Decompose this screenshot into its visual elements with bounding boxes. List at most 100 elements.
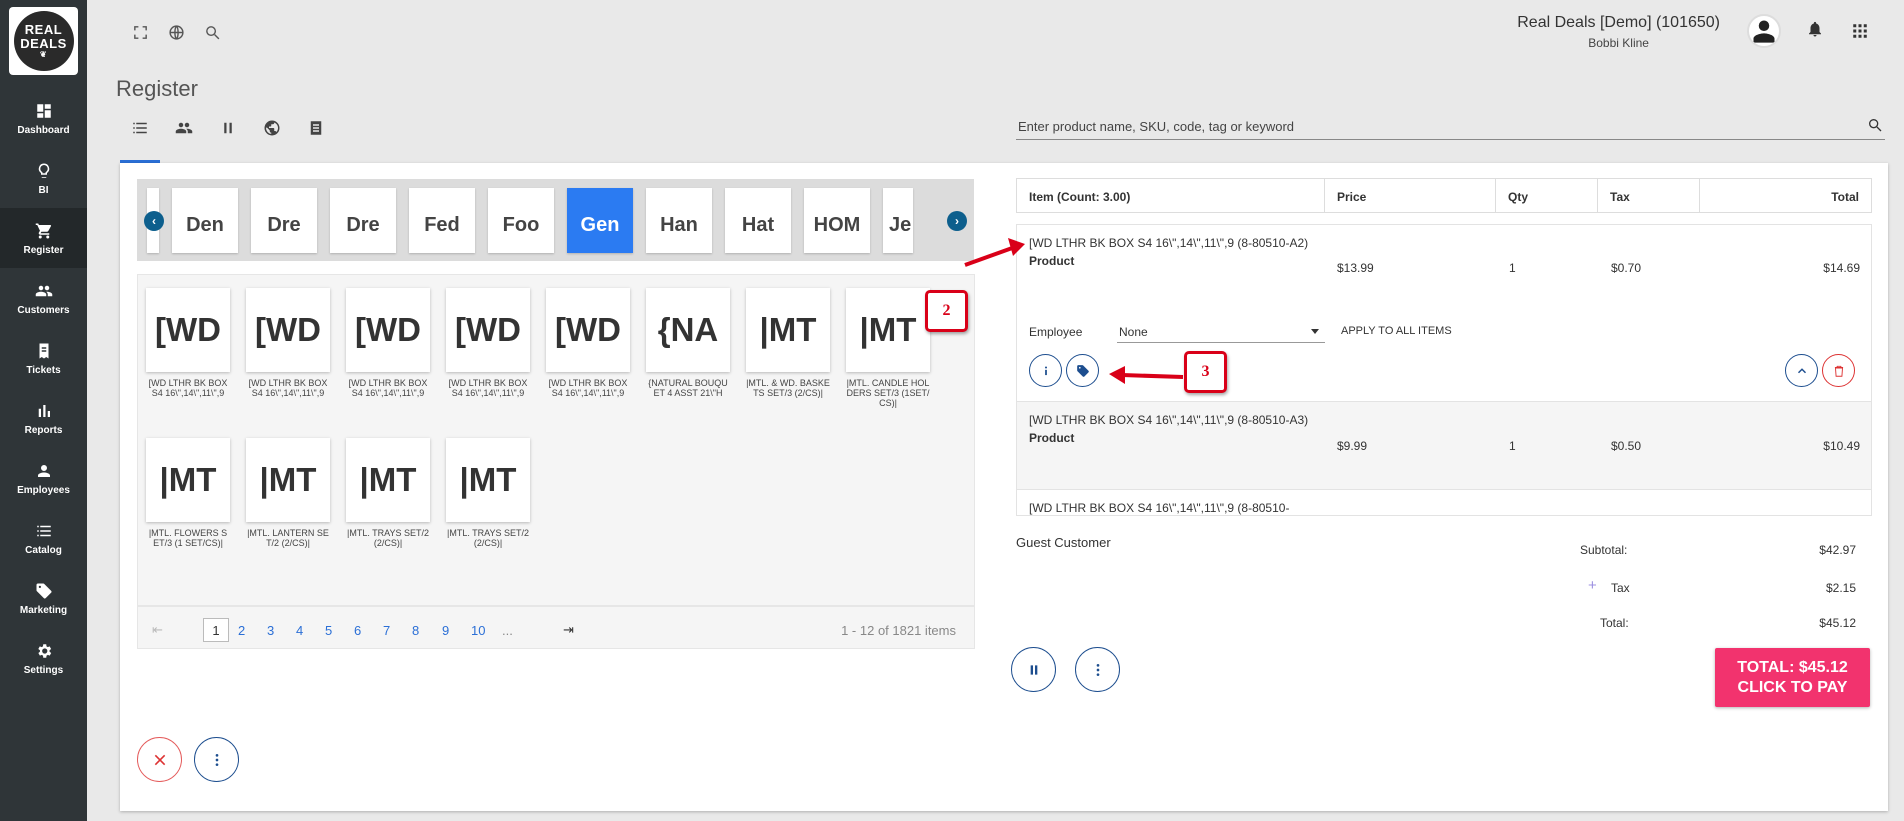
sidebar-item-dashboard[interactable]: Dashboard (0, 88, 87, 148)
pay-button[interactable]: TOTAL: $45.12 CLICK TO PAY (1715, 648, 1870, 707)
column-tax: Tax (1598, 179, 1700, 212)
category-tile[interactable]: Han (646, 188, 712, 253)
page-button[interactable]: 6 (354, 618, 361, 642)
cancel-sale-button[interactable] (137, 737, 182, 782)
product-name: |MTL. & WD. BASKETS SET/3 (2/CS)| (746, 378, 830, 398)
employee-select[interactable]: None (1117, 321, 1325, 343)
customer-name[interactable]: Guest Customer (1016, 535, 1111, 550)
category-tile[interactable]: Hat (725, 188, 791, 253)
tag-icon (34, 581, 54, 601)
category-tile[interactable]: Foo (488, 188, 554, 253)
product-tile[interactable]: [WD [WD LTHR BK BOX S4 16\",14\",11\",9 (246, 288, 330, 398)
search-icon[interactable] (202, 22, 222, 42)
sidebar-item-reports[interactable]: Reports (0, 388, 87, 448)
fullscreen-icon[interactable] (130, 22, 150, 42)
product-tile[interactable]: |MT |MTL. LANTERN SET/2 (2/CS)| (246, 438, 330, 548)
globe-icon (264, 120, 280, 136)
page-button-current[interactable]: 1 (203, 618, 229, 642)
globe-icon[interactable] (166, 22, 186, 42)
sidebar-item-label: Customers (17, 304, 70, 316)
pagination: ⇤ 1 2 3 4 5 6 7 8 9 10 ... ⇥ 1 - 12 of 1… (137, 606, 975, 649)
category-tile[interactable]: Den (172, 188, 238, 253)
page-button[interactable]: 8 (412, 618, 419, 642)
sidebar-item-label: Settings (23, 664, 64, 676)
more-options-button[interactable] (194, 737, 239, 782)
product-tile[interactable]: |MT |MTL. CANDLE HOLDERS SET/3 (1SET/CS)| (846, 288, 930, 408)
add-tax-icon[interactable]: + (1588, 577, 1597, 594)
page-button[interactable]: 10 (471, 618, 485, 642)
more-pages-button[interactable]: ... (502, 618, 513, 642)
bell-icon[interactable] (1806, 20, 1824, 40)
page-button[interactable]: 9 (442, 618, 449, 642)
page-button[interactable]: 4 (296, 618, 303, 642)
category-prev-button[interactable]: ‹ (144, 211, 164, 231)
sidebar-item-marketing[interactable]: Marketing (0, 568, 87, 628)
product-tile[interactable]: [WD [WD LTHR BK BOX S4 16\",14\",11\",9 (346, 288, 430, 398)
sidebar-item-catalog[interactable]: Catalog (0, 508, 87, 568)
category-next-button[interactable]: › (947, 211, 967, 231)
line-qty[interactable]: 1 (1509, 439, 1516, 453)
sidebar-item-tickets[interactable]: Tickets (0, 328, 87, 388)
cart-line-expanded[interactable]: [WD LTHR BK BOX S4 16\",14\",11\",9 (8-8… (1017, 225, 1871, 401)
product-tile[interactable]: |MT |MTL. TRAYS SET/2 (2/CS)| (346, 438, 430, 548)
item-discount-button[interactable] (1066, 354, 1099, 387)
sidebar-item-employees[interactable]: Employees (0, 448, 87, 508)
product-tile[interactable]: |MT |MTL. FLOWERS SET/3 (1 SET/CS)| (146, 438, 230, 548)
category-tile[interactable]: Dre (251, 188, 317, 253)
tab-on-hold[interactable] (218, 118, 238, 138)
collapse-line-button[interactable] (1785, 354, 1818, 387)
search-input[interactable] (1016, 114, 1856, 138)
product-name: |MTL. FLOWERS SET/3 (1 SET/CS)| (148, 528, 228, 548)
cart-line[interactable]: [WD LTHR BK BOX S4 16\",14\",11\",9 (8-8… (1017, 489, 1871, 515)
category-tile[interactable]: Fed (409, 188, 475, 253)
page-button[interactable]: 2 (238, 618, 245, 642)
sidebar-item-customers[interactable]: Customers (0, 268, 87, 328)
product-tile[interactable]: [WD [WD LTHR BK BOX S4 16\",14\",11\",9 (446, 288, 530, 398)
sidebar-item-settings[interactable]: Settings (0, 628, 87, 688)
line-description: [WD LTHR BK BOX S4 16\",14\",11\",9 (8-8… (1029, 234, 1324, 270)
category-tile-selected[interactable]: Gen (567, 188, 633, 253)
tab-receipts[interactable] (306, 118, 326, 138)
employee-selected-value: None (1119, 325, 1148, 339)
sidebar-item-label: Dashboard (17, 124, 70, 136)
pause-icon (224, 122, 232, 134)
item-info-button[interactable] (1029, 354, 1062, 387)
page-button[interactable]: 7 (383, 618, 390, 642)
sidebar-item-register[interactable]: Register (0, 208, 87, 268)
category-tile[interactable]: Je (883, 188, 913, 253)
line-qty[interactable]: 1 (1509, 261, 1516, 275)
page-button[interactable]: 5 (325, 618, 332, 642)
dashboard-icon (34, 101, 54, 121)
line-description: [WD LTHR BK BOX S4 16\",14\",11\",9 (8-8… (1029, 411, 1324, 447)
sidebar-item-bi[interactable]: BI (0, 148, 87, 208)
category-tile[interactable]: Dre (330, 188, 396, 253)
logo-text-top: REAL (24, 22, 63, 37)
cart-line[interactable]: [WD LTHR BK BOX S4 16\",14\",11\",9 (8-8… (1017, 401, 1871, 489)
product-thumb: [WD (346, 288, 430, 372)
line-item-type: Product (1029, 254, 1075, 268)
product-tile[interactable]: [WD [WD LTHR BK BOX S4 16\",14\",11\",9 (146, 288, 230, 398)
cart-more-options-button[interactable] (1075, 647, 1120, 692)
product-tile[interactable]: [WD [WD LTHR BK BOX S4 16\",14\",11\",9 (546, 288, 630, 398)
chevron-down-icon (1311, 329, 1319, 334)
cart-icon (34, 221, 54, 241)
subtotal-value: $42.97 (1819, 543, 1856, 557)
product-search (1016, 114, 1885, 140)
page-button[interactable]: 3 (267, 618, 274, 642)
category-tile[interactable]: HOM (804, 188, 870, 253)
tab-list-view[interactable] (130, 118, 150, 138)
apply-to-all-button[interactable]: APPLY TO ALL ITEMS (1341, 325, 1452, 337)
search-icon[interactable] (1867, 117, 1885, 135)
first-page-button[interactable]: ⇤ (152, 618, 163, 642)
product-tile[interactable]: |MT |MTL. TRAYS SET/2 (2/CS)| (446, 438, 530, 548)
product-tile[interactable]: |MT |MTL. & WD. BASKETS SET/3 (2/CS)| (746, 288, 830, 398)
hold-sale-button[interactable] (1011, 647, 1056, 692)
tab-web-orders[interactable] (262, 118, 282, 138)
apps-grid-icon[interactable] (1851, 22, 1869, 40)
product-tile[interactable]: {NA {NATURAL BOUQUET 4 ASST 21\"H (646, 288, 730, 398)
tab-customers[interactable] (174, 118, 194, 138)
avatar[interactable] (1747, 14, 1781, 48)
delete-line-button[interactable] (1822, 354, 1855, 387)
last-page-button[interactable]: ⇥ (563, 618, 574, 642)
real-deals-logo[interactable]: REAL DEALS ❦ (9, 7, 78, 75)
